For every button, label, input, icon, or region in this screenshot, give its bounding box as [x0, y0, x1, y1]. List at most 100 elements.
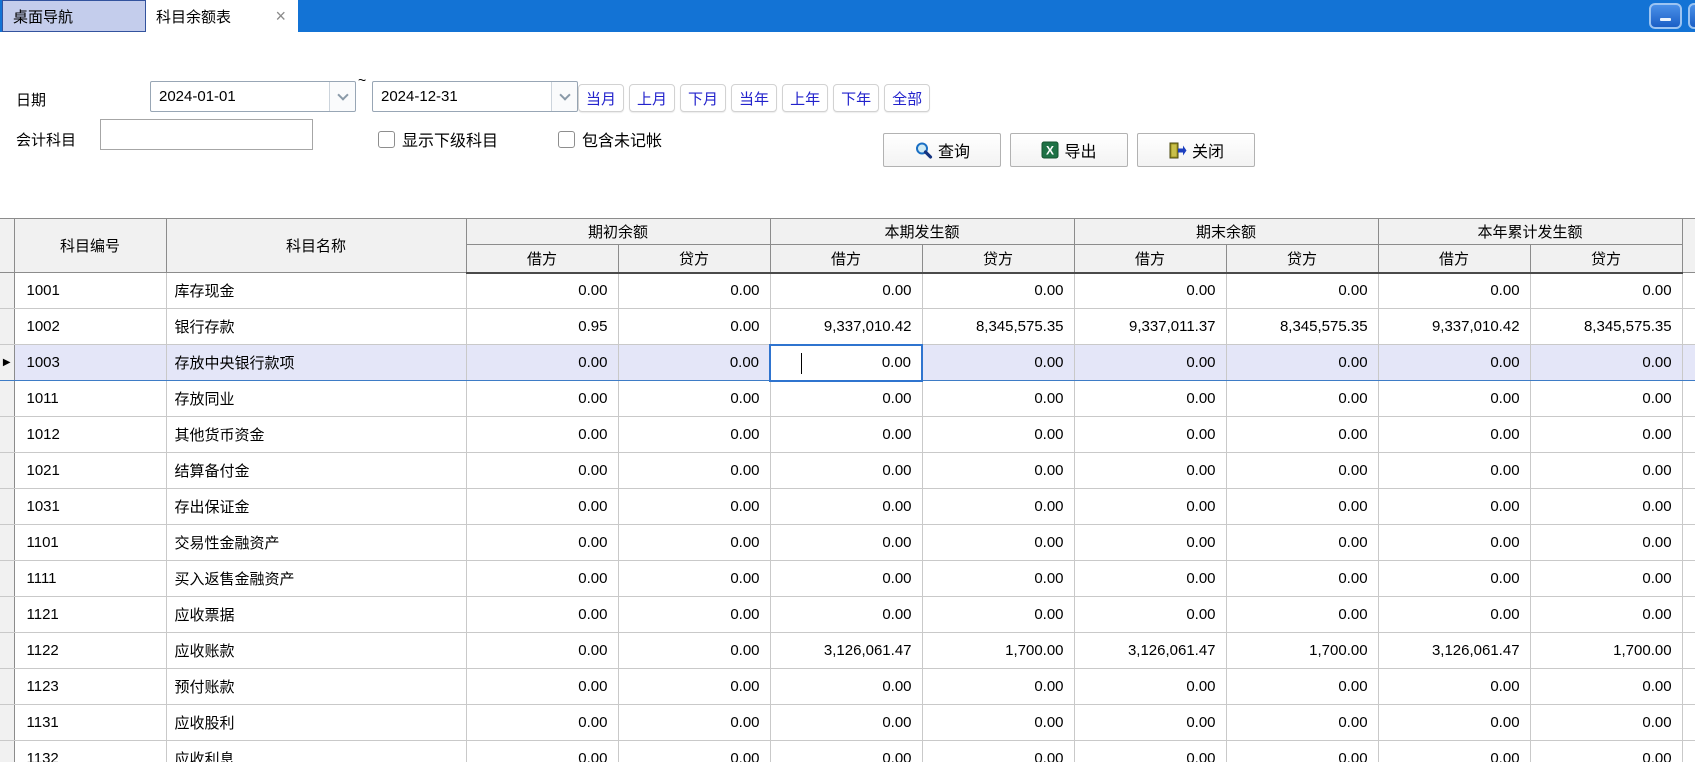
- amount-cell[interactable]: 0.00: [466, 345, 618, 381]
- amount-cell[interactable]: 0.00: [466, 273, 618, 309]
- amount-cell[interactable]: 0.00: [1074, 561, 1226, 597]
- amount-cell[interactable]: 0.00: [466, 561, 618, 597]
- amount-cell[interactable]: 0.00: [1378, 525, 1530, 561]
- account-name-cell[interactable]: 应收股利: [166, 705, 466, 741]
- account-code-cell[interactable]: 1123: [14, 669, 166, 705]
- quick-date-button-4[interactable]: 上年: [782, 84, 828, 112]
- amount-cell[interactable]: 0.00: [618, 345, 770, 381]
- date-from-select[interactable]: 2024-01-01: [150, 81, 356, 112]
- amount-cell[interactable]: 0.00: [1530, 597, 1682, 633]
- amount-cell[interactable]: 3,126,061.47: [770, 633, 922, 669]
- close-window-button[interactable]: 关闭: [1137, 133, 1255, 167]
- amount-cell[interactable]: 0.00: [1226, 273, 1378, 309]
- account-name-cell[interactable]: 银行存款: [166, 309, 466, 345]
- amount-cell[interactable]: 0.00: [1074, 489, 1226, 525]
- amount-cell[interactable]: 0.00: [1226, 525, 1378, 561]
- amount-cell[interactable]: 0.00: [1226, 453, 1378, 489]
- amount-cell[interactable]: 0.00: [1530, 669, 1682, 705]
- amount-cell[interactable]: 0.00: [1226, 597, 1378, 633]
- amount-cell[interactable]: 0.00: [770, 453, 922, 489]
- account-code-cell[interactable]: 1131: [14, 705, 166, 741]
- amount-cell[interactable]: 0.00: [618, 633, 770, 669]
- account-input[interactable]: [100, 119, 313, 150]
- amount-cell[interactable]: 0.00: [1378, 417, 1530, 453]
- quick-date-button-0[interactable]: 当月: [578, 84, 624, 112]
- amount-cell[interactable]: 0.00: [618, 309, 770, 345]
- amount-cell[interactable]: 0.00: [1378, 273, 1530, 309]
- account-code-cell[interactable]: 1122: [14, 633, 166, 669]
- chevron-down-icon[interactable]: [329, 82, 355, 111]
- amount-cell[interactable]: 0.00: [1226, 345, 1378, 381]
- amount-cell[interactable]: 0.00: [1530, 453, 1682, 489]
- amount-cell[interactable]: 0.00: [1074, 741, 1226, 762]
- table-row[interactable]: 1121应收票据0.000.000.000.000.000.000.000.00: [0, 597, 1695, 633]
- table-row[interactable]: 1111买入返售金融资产0.000.000.000.000.000.000.00…: [0, 561, 1695, 597]
- account-name-cell[interactable]: 买入返售金融资产: [166, 561, 466, 597]
- window-button-partial[interactable]: [1688, 3, 1695, 29]
- amount-cell[interactable]: 0.00: [1226, 705, 1378, 741]
- table-row[interactable]: 1012其他货币资金0.000.000.000.000.000.000.000.…: [0, 417, 1695, 453]
- amount-cell[interactable]: 1,700.00: [1530, 633, 1682, 669]
- amount-cell[interactable]: 0.00: [1530, 417, 1682, 453]
- account-code-cell[interactable]: 1111: [14, 561, 166, 597]
- amount-cell[interactable]: 0.00: [618, 525, 770, 561]
- account-name-cell[interactable]: 存放同业: [166, 381, 466, 417]
- amount-cell[interactable]: 0.00: [770, 669, 922, 705]
- amount-cell[interactable]: 0.00: [1074, 381, 1226, 417]
- amount-cell[interactable]: 0.00: [618, 417, 770, 453]
- account-name-cell[interactable]: 库存现金: [166, 273, 466, 309]
- amount-cell[interactable]: 1,700.00: [1226, 633, 1378, 669]
- amount-cell[interactable]: 0.00: [1530, 705, 1682, 741]
- amount-cell[interactable]: 0.00: [1530, 381, 1682, 417]
- amount-cell[interactable]: 9,337,010.42: [1378, 309, 1530, 345]
- tab-desktop-navigation[interactable]: 桌面导航: [2, 0, 146, 32]
- amount-cell[interactable]: 0.00: [770, 741, 922, 762]
- account-code-cell[interactable]: 1003: [14, 345, 166, 381]
- amount-cell[interactable]: 0.00: [1378, 741, 1530, 762]
- amount-cell[interactable]: 0.00: [770, 273, 922, 309]
- amount-cell[interactable]: 0.00: [1530, 561, 1682, 597]
- amount-cell[interactable]: 0.00: [1378, 453, 1530, 489]
- amount-cell[interactable]: 0.00: [770, 705, 922, 741]
- amount-cell[interactable]: 0.00: [618, 453, 770, 489]
- table-row[interactable]: 1132应收利息0.000.000.000.000.000.000.000.00: [0, 741, 1695, 762]
- account-code-cell[interactable]: 1132: [14, 741, 166, 762]
- quick-date-button-5[interactable]: 下年: [833, 84, 879, 112]
- amount-cell[interactable]: 0.00: [922, 561, 1074, 597]
- account-code-cell[interactable]: 1002: [14, 309, 166, 345]
- amount-cell[interactable]: 0.00: [618, 597, 770, 633]
- amount-cell[interactable]: 0.00: [770, 561, 922, 597]
- amount-cell[interactable]: 0.00: [1226, 381, 1378, 417]
- amount-cell[interactable]: 0.00: [618, 705, 770, 741]
- account-name-cell[interactable]: 应收账款: [166, 633, 466, 669]
- amount-cell[interactable]: 0.00: [922, 345, 1074, 381]
- amount-cell[interactable]: 0.00: [1378, 705, 1530, 741]
- amount-cell[interactable]: 0.00: [466, 705, 618, 741]
- amount-cell[interactable]: 0.00: [466, 453, 618, 489]
- amount-cell[interactable]: 0.00: [466, 381, 618, 417]
- export-button[interactable]: X 导出: [1010, 133, 1128, 167]
- quick-date-button-2[interactable]: 下月: [680, 84, 726, 112]
- account-name-cell[interactable]: 应收利息: [166, 741, 466, 762]
- amount-cell[interactable]: 8,345,575.35: [922, 309, 1074, 345]
- amount-cell[interactable]: 0.00: [922, 417, 1074, 453]
- table-row[interactable]: 1001库存现金0.000.000.000.000.000.000.000.00: [0, 273, 1695, 309]
- amount-cell[interactable]: 0.00: [1378, 345, 1530, 381]
- amount-cell[interactable]: 0.00: [466, 525, 618, 561]
- account-code-cell[interactable]: 1101: [14, 525, 166, 561]
- account-code-cell[interactable]: 1012: [14, 417, 166, 453]
- amount-cell[interactable]: 0.00: [1378, 669, 1530, 705]
- amount-cell[interactable]: 0.00: [1074, 417, 1226, 453]
- quick-date-button-6[interactable]: 全部: [884, 84, 930, 112]
- amount-cell[interactable]: 0.95: [466, 309, 618, 345]
- amount-cell[interactable]: 0.00: [1226, 561, 1378, 597]
- table-row[interactable]: ▶1003存放中央银行款项0.000.000.000.000.000.000.0…: [0, 345, 1695, 381]
- amount-cell[interactable]: 0.00: [466, 669, 618, 705]
- minimize-button[interactable]: [1649, 3, 1682, 29]
- amount-cell[interactable]: 1,700.00: [922, 633, 1074, 669]
- amount-cell[interactable]: 0.00: [922, 489, 1074, 525]
- amount-cell[interactable]: 0.00: [770, 597, 922, 633]
- account-code-cell[interactable]: 1001: [14, 273, 166, 309]
- amount-cell[interactable]: 0.00: [922, 381, 1074, 417]
- amount-cell[interactable]: 0.00: [922, 741, 1074, 762]
